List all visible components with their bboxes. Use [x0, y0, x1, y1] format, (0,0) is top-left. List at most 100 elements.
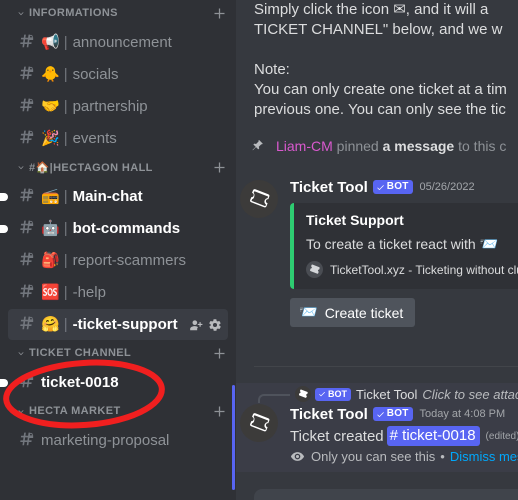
plus-icon[interactable]: [210, 4, 228, 22]
pinned-target[interactable]: a message: [383, 138, 455, 154]
avatar[interactable]: [240, 404, 278, 442]
channel-actions: [189, 318, 222, 332]
discord-window: INFORMATIONS 📢 | announcement 🐥 | socials 🤝 | par…: [0, 0, 518, 500]
sidebar-highlight-bar: [232, 385, 235, 490]
reply-bot-badge-label: BOT: [328, 388, 347, 399]
eye-icon: [290, 449, 305, 464]
embed-description-text: To create a ticket react with: [306, 236, 480, 252]
gear-icon[interactable]: [208, 318, 222, 332]
embed-footer-text: TicketTool.xyz - Ticketing without clutt…: [330, 262, 518, 277]
unread-indicator: [0, 224, 8, 233]
channel-item-ticket-0018[interactable]: ticket-0018: [0, 367, 228, 398]
reply-author[interactable]: Ticket Tool: [356, 387, 417, 402]
hash-lock-icon: [16, 315, 36, 335]
footer-separator: •: [440, 449, 445, 464]
channel-emoji: 🎒: [41, 251, 60, 269]
category-header-hecta-market[interactable]: HECTA MARKET: [0, 398, 236, 424]
verified-check-icon: [319, 391, 325, 397]
channel-emoji: 📢: [41, 33, 60, 51]
channel-item-help[interactable]: 🆘 | -help: [8, 277, 228, 308]
create-ticket-button[interactable]: 📨 Create ticket: [290, 298, 416, 327]
channel-item-bot-commands[interactable]: 🤖 | bot-commands: [0, 213, 228, 244]
channel-item-ticket-support[interactable]: 🤗 | -ticket-support: [8, 309, 228, 340]
embed: Ticket Support To create a ticket react …: [290, 203, 518, 289]
channel-name: ticket-0018: [41, 374, 119, 391]
instruction-line-1: Simply click the icon ✉, and it will a: [254, 1, 489, 18]
channel-separator: |: [63, 130, 68, 147]
message-author[interactable]: Ticket Tool: [290, 179, 368, 196]
message-body: Ticket created: [290, 427, 384, 445]
plus-icon[interactable]: [210, 344, 228, 362]
reply-attachment-hint[interactable]: Click to see attachme: [422, 387, 518, 402]
reply-spine: [258, 393, 290, 403]
channel-name: bot-commands: [72, 220, 181, 237]
channel-item-socials[interactable]: 🐥 | socials: [8, 59, 228, 90]
channel-emoji: 🎉: [41, 129, 60, 147]
note-label: Note:: [254, 61, 290, 78]
chevron-down-icon: [16, 9, 26, 19]
note-line-1: You can only create one ticket at a tim: [254, 81, 507, 98]
instruction-line-2: TICKET CHANNEL" below, and we w: [254, 21, 503, 38]
hash-lock-icon: [16, 219, 36, 239]
bot-badge: BOT: [372, 180, 413, 194]
channel-item-report-scammers[interactable]: 🎒 | report-scammers: [8, 245, 228, 276]
hash-lock-icon: [16, 373, 36, 393]
message-header: Ticket Tool BOT Today at 4:08 PM: [236, 403, 518, 425]
message-divider: [254, 366, 518, 367]
bot-badge-label: BOT: [386, 408, 409, 419]
envelope-icon: 📨: [299, 303, 318, 321]
hash-lock-icon: [16, 431, 36, 451]
channel-separator: |: [63, 316, 68, 333]
reply-context-row: BOT Ticket Tool Click to see attachme: [236, 383, 518, 403]
plus-icon[interactable]: [210, 158, 228, 176]
channel-separator: |: [63, 34, 68, 51]
channel-sidebar: INFORMATIONS 📢 | announcement 🐥 | socials 🤝 | par…: [0, 0, 236, 500]
avatar[interactable]: [240, 180, 278, 218]
channel-list[interactable]: INFORMATIONS 📢 | announcement 🐥 | socials 🤝 | par…: [0, 0, 236, 456]
channel-name: events: [72, 130, 117, 147]
category-header-informations[interactable]: INFORMATIONS: [0, 0, 236, 26]
pinned-text: Liam-CM pinned a message to this c: [276, 136, 506, 156]
channel-emoji: 🐥: [41, 65, 60, 83]
channel-name: report-scammers: [72, 252, 186, 269]
create-ticket-label: Create ticket: [324, 304, 404, 321]
channel-item-main-chat[interactable]: 📻 | Main-chat: [0, 181, 228, 212]
bot-badge-label: BOT: [386, 181, 409, 192]
message-composer[interactable]: [254, 489, 518, 500]
channel-name: Main-chat: [72, 188, 143, 205]
channel-separator: |: [63, 188, 68, 205]
ephemeral-footer-text: Only you can see this: [311, 449, 436, 464]
pinned-instructions-message: Simply click the icon ✉, and it will a T…: [236, 0, 518, 120]
plus-icon[interactable]: [210, 402, 228, 420]
channel-name: -help: [72, 284, 106, 301]
message-content: Ticket created # ticket-0018 (edited): [236, 425, 518, 447]
channel-item-announcement[interactable]: 📢 | announcement: [8, 27, 228, 58]
channel-name: socials: [72, 66, 119, 83]
category-header-hectagon-hall[interactable]: #🏠|HECTAGON HALL: [0, 154, 236, 180]
dismiss-message-link[interactable]: Dismiss message: [450, 449, 518, 464]
hash-lock-icon: [16, 283, 36, 303]
channel-item-partnership[interactable]: 🤝 | partnership: [8, 91, 228, 122]
category-label: INFORMATIONS: [29, 7, 118, 19]
hash-lock-icon: [16, 129, 36, 149]
category-header-ticket-channel[interactable]: TICKET CHANNEL: [0, 340, 236, 366]
channel-item-marketing-proposal[interactable]: marketing-proposal: [8, 425, 228, 456]
edited-marker: (edited): [485, 430, 518, 442]
message-author[interactable]: Ticket Tool: [290, 406, 368, 423]
channel-separator: |: [63, 252, 68, 269]
invite-person-icon[interactable]: [189, 318, 203, 332]
reply-avatar: [295, 386, 311, 402]
envelope-emoji: 📨: [479, 235, 499, 253]
channel-emoji: 🤖: [41, 219, 60, 237]
pinned-username[interactable]: Liam-CM: [276, 138, 333, 154]
embed-description: To create a ticket react with 📨: [306, 235, 518, 253]
message-timestamp: Today at 4:08 PM: [419, 408, 506, 420]
chevron-down-icon: [16, 163, 26, 173]
channel-separator: |: [63, 284, 68, 301]
channel-item-events[interactable]: 🎉 | events: [8, 123, 228, 154]
channel-mention[interactable]: # ticket-0018: [386, 426, 480, 446]
embed-body: Ticket Support To create a ticket react …: [294, 203, 518, 289]
pinned-system-message: Liam-CM pinned a message to this c: [236, 136, 518, 156]
channel-name: announcement: [72, 34, 172, 51]
message-header: Ticket Tool BOT 05/26/2022: [236, 176, 518, 198]
